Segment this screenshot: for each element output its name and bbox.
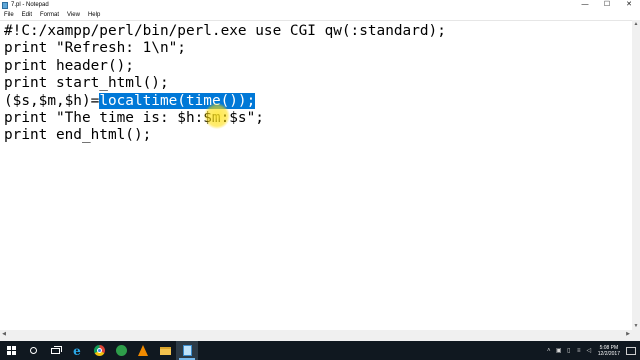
start-button[interactable] — [0, 341, 22, 360]
system-tray: ˄ ▣ ▯ ≡ ◁ 5:08 PM 12/2/2017 — [544, 341, 640, 360]
ie-icon: e — [73, 343, 81, 358]
search-button[interactable] — [22, 341, 44, 360]
clock-time: 5:08 PM — [599, 344, 619, 351]
taskbar-chrome[interactable] — [88, 341, 110, 360]
volume-icon[interactable]: ◁ — [584, 347, 594, 354]
notepad-icon — [2, 1, 8, 9]
menu-view[interactable]: View — [63, 10, 84, 20]
clock-date: 12/2/2017 — [597, 350, 620, 357]
window-title: 7.pl - Notepad — [11, 2, 49, 8]
notifications-icon[interactable] — [626, 346, 636, 355]
menu-bar: File Edit Format View Help — [0, 10, 640, 20]
maximize-button[interactable]: ☐ — [596, 0, 618, 10]
selected-text: localtime(time()); — [99, 92, 256, 109]
vlc-icon — [138, 345, 148, 356]
taskbar-vlc[interactable] — [132, 341, 154, 360]
code-line: #!C:/xampp/perl/bin/perl.exe use CGI qw(… — [4, 23, 446, 39]
text-editor[interactable]: #!C:/xampp/perl/bin/perl.exe use CGI qw(… — [0, 20, 632, 330]
code-line: ($s,$m,$h)=localtime(time()); — [4, 92, 446, 110]
menu-edit[interactable]: Edit — [18, 10, 36, 20]
battery-icon[interactable]: ▯ — [564, 347, 574, 354]
taskbar: e ˄ ▣ ▯ ≡ ◁ 5:08 PM 12/2/2017 — [0, 341, 640, 360]
scrollbar-corner — [632, 330, 640, 338]
code-line: print "Refresh: 1\n"; — [4, 40, 186, 57]
chrome-icon — [93, 345, 105, 356]
code-line: print header(); — [4, 57, 134, 74]
clock[interactable]: 5:08 PM 12/2/2017 — [598, 345, 620, 357]
close-button[interactable]: ✕ — [618, 0, 640, 10]
network-icon[interactable]: ▣ — [554, 347, 564, 354]
menu-help[interactable]: Help — [84, 10, 104, 20]
title-bar: 7.pl - Notepad — ☐ ✕ — [0, 0, 640, 10]
notepad-icon — [182, 345, 192, 356]
scroll-left-arrow-icon[interactable]: ◀ — [0, 330, 8, 338]
code-text-before-selection: ($s,$m,$h)= — [4, 92, 100, 109]
taskbar-notepad[interactable] — [176, 341, 198, 360]
code-line: print "The time is: $h:$m:$s"; — [4, 109, 264, 126]
taskbar-file-explorer[interactable] — [154, 341, 176, 360]
taskbar-internet-explorer[interactable]: e — [66, 341, 88, 360]
horizontal-scrollbar[interactable]: ◀ ▶ — [0, 330, 632, 338]
search-icon — [29, 347, 37, 354]
keyboard-icon[interactable]: ≡ — [574, 348, 584, 354]
green-app-icon — [115, 345, 127, 356]
code-line: print start_html(); — [4, 75, 169, 92]
folder-icon — [159, 346, 171, 355]
task-view-icon — [50, 345, 62, 354]
menu-file[interactable]: File — [0, 10, 18, 20]
scroll-up-arrow-icon[interactable]: ▲ — [632, 20, 640, 28]
scroll-right-arrow-icon[interactable]: ▶ — [624, 330, 632, 338]
task-view-button[interactable] — [44, 341, 66, 360]
menu-format[interactable]: Format — [36, 10, 63, 20]
minimize-button[interactable]: — — [574, 0, 596, 10]
window-controls: — ☐ ✕ — [574, 0, 640, 10]
windows-icon — [6, 346, 16, 355]
vertical-scrollbar[interactable]: ▲ ▼ — [632, 20, 640, 330]
code-line: print end_html(); — [4, 127, 152, 144]
show-hidden-icons-icon[interactable]: ˄ — [544, 348, 554, 354]
taskbar-green-app[interactable] — [110, 341, 132, 360]
scroll-down-arrow-icon[interactable]: ▼ — [632, 322, 640, 330]
code-text[interactable]: #!C:/xampp/perl/bin/perl.exe use CGI qw(… — [4, 23, 446, 145]
